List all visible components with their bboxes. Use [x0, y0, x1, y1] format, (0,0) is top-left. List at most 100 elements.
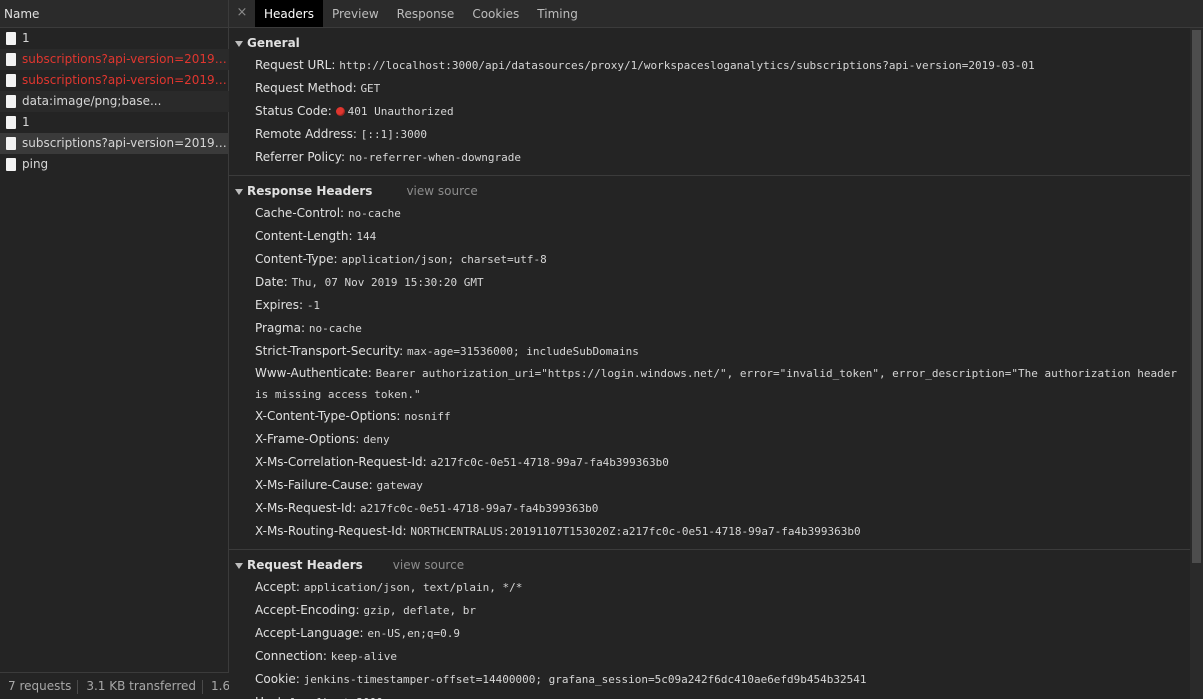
header-row: Cookie: jenkins-timestamper-offset=14400… — [229, 668, 1190, 691]
header-row: Strict-Transport-Security: max-age=31536… — [229, 340, 1190, 363]
header-row: Date: Thu, 07 Nov 2019 15:30:20 GMT — [229, 271, 1190, 294]
header-row: Content-Type: application/json; charset=… — [229, 248, 1190, 271]
request-headers-section: Request Headers view source Accept: appli… — [229, 550, 1190, 699]
tab-cookies[interactable]: Cookies — [463, 0, 528, 27]
request-row[interactable]: 1 — [0, 112, 229, 133]
header-row: Www-Authenticate: Bearer authorization_u… — [229, 363, 1190, 405]
headers-content: General Request URL: http://localhost:30… — [229, 28, 1190, 699]
tab-headers[interactable]: Headers — [255, 0, 323, 27]
header-value: a217fc0c-0e51-4718-99a7-fa4b399363b0 — [430, 456, 669, 469]
request-name: ping — [22, 157, 49, 171]
header-value: keep-alive — [330, 650, 398, 663]
tab-response[interactable]: Response — [388, 0, 464, 27]
header-key: Status Code: — [255, 104, 332, 118]
header-value: [::1]:3000 — [360, 128, 428, 141]
request-name: 1 — [22, 115, 30, 129]
header-row: Accept-Encoding: gzip, deflate, br — [229, 599, 1190, 622]
view-source-link[interactable]: view source — [393, 558, 464, 572]
header-key: Referrer Policy: — [255, 150, 345, 164]
header-row: Content-Length: 144 — [229, 225, 1190, 248]
file-icon — [6, 32, 16, 45]
header-value: a217fc0c-0e51-4718-99a7-fa4b399363b0 — [360, 502, 599, 515]
header-row: X-Content-Type-Options: nosniff — [229, 405, 1190, 428]
header-value: no-cache — [308, 322, 362, 335]
header-key: X-Ms-Routing-Request-Id: — [255, 524, 407, 538]
request-row[interactable]: subscriptions?api-version=2019-03-... — [0, 133, 229, 154]
header-row: X-Ms-Routing-Request-Id: NORTHCENTRALUS:… — [229, 520, 1190, 543]
header-value: Bearer authorization_uri="https://login.… — [255, 367, 1177, 401]
header-value: jenkins-timestamper-offset=14400000; gra… — [303, 673, 867, 686]
request-row[interactable]: data:image/png;base... — [0, 91, 229, 112]
header-row: Cache-Control: no-cache — [229, 202, 1190, 225]
header-key: Accept-Encoding: — [255, 603, 360, 617]
header-value: application/json; charset=utf-8 — [341, 253, 547, 266]
status-error-dot-icon — [335, 107, 345, 116]
request-name: subscriptions?api-version=2019-03-... — [22, 73, 229, 87]
request-name: 1 — [22, 31, 30, 45]
request-name: subscriptions?api-version=2019-03-... — [22, 52, 229, 66]
name-column-header[interactable]: Name — [0, 0, 228, 28]
header-value: 401 Unauthorized — [347, 105, 454, 118]
file-icon — [6, 137, 16, 150]
general-section-header[interactable]: General — [229, 32, 1190, 54]
header-value: http://localhost:3000/api/datasources/pr… — [339, 59, 1035, 72]
header-key: Request Method: — [255, 81, 357, 95]
status-bar: 7 requests 3.1 KB transferred 1.6 KB — [0, 672, 229, 699]
triangle-down-icon — [235, 40, 243, 47]
header-key: X-Ms-Failure-Cause: — [255, 478, 373, 492]
header-key: Remote Address: — [255, 127, 357, 141]
header-key: Strict-Transport-Security: — [255, 344, 404, 358]
scrollbar-thumb[interactable] — [1192, 30, 1201, 563]
request-list: 1 subscriptions?api-version=2019-03-... su… — [0, 28, 229, 175]
header-row: Pragma: no-cache — [229, 317, 1190, 340]
request-headers-section-header[interactable]: Request Headers view source — [229, 554, 1190, 576]
file-icon — [6, 53, 16, 66]
response-headers-section-header[interactable]: Response Headers view source — [229, 180, 1190, 202]
referrer-policy-row: Referrer Policy: no-referrer-when-downgr… — [229, 146, 1190, 169]
header-value: gateway — [376, 479, 423, 492]
view-source-link[interactable]: view source — [406, 184, 477, 198]
transferred-size: 3.1 KB transferred — [86, 679, 196, 693]
header-row: X-Ms-Failure-Cause: gateway — [229, 474, 1190, 497]
header-row: X-Ms-Request-Id: a217fc0c-0e51-4718-99a7… — [229, 497, 1190, 520]
header-value: no-referrer-when-downgrade — [348, 151, 522, 164]
request-row[interactable]: 1 — [0, 28, 229, 49]
header-value: gzip, deflate, br — [363, 604, 476, 617]
header-row: Expires: -1 — [229, 294, 1190, 317]
header-key: X-Ms-Request-Id: — [255, 501, 357, 515]
tab-preview[interactable]: Preview — [323, 0, 388, 27]
details-scrollbar[interactable] — [1190, 28, 1203, 699]
file-icon — [6, 116, 16, 129]
response-header-list: Cache-Control: no-cache Content-Length: 1… — [229, 202, 1190, 543]
request-list-panel: Name 1 subscriptions?api-version=2019-03-… — [0, 0, 229, 699]
request-method-row: Request Method: GET — [229, 77, 1190, 100]
header-value: -1 — [306, 299, 321, 312]
section-title: Request Headers — [247, 558, 363, 572]
header-key: Content-Length: — [255, 229, 353, 243]
section-title: General — [247, 36, 300, 50]
header-key: X-Content-Type-Options: — [255, 409, 401, 423]
header-value: max-age=31536000; includeSubDomains — [407, 345, 639, 358]
request-header-list: Accept: application/json, text/plain, */… — [229, 576, 1190, 699]
header-row: X-Ms-Correlation-Request-Id: a217fc0c-0e… — [229, 451, 1190, 474]
tab-timing[interactable]: Timing — [528, 0, 587, 27]
close-icon[interactable]: × — [229, 0, 255, 27]
request-count: 7 requests — [8, 679, 72, 693]
header-key: Accept-Language: — [255, 626, 364, 640]
header-value: nosniff — [404, 410, 451, 423]
header-value: deny — [363, 433, 390, 446]
request-row[interactable]: subscriptions?api-version=2019-03-... — [0, 70, 229, 91]
request-row[interactable]: ping — [0, 154, 229, 175]
header-key: Cache-Control: — [255, 206, 345, 220]
header-row: X-Frame-Options: deny — [229, 428, 1190, 451]
general-section: General Request URL: http://localhost:30… — [229, 28, 1190, 176]
header-value: en-US,en;q=0.9 — [367, 627, 461, 640]
header-row: Accept-Language: en-US,en;q=0.9 — [229, 622, 1190, 645]
header-key: Connection: — [255, 649, 327, 663]
header-row: Connection: keep-alive — [229, 645, 1190, 668]
header-value: 144 — [356, 230, 377, 243]
response-headers-section: Response Headers view source Cache-Contro… — [229, 176, 1190, 550]
triangle-down-icon — [235, 188, 243, 195]
header-key: Host: — [255, 695, 286, 699]
request-row[interactable]: subscriptions?api-version=2019-03-... — [0, 49, 229, 70]
